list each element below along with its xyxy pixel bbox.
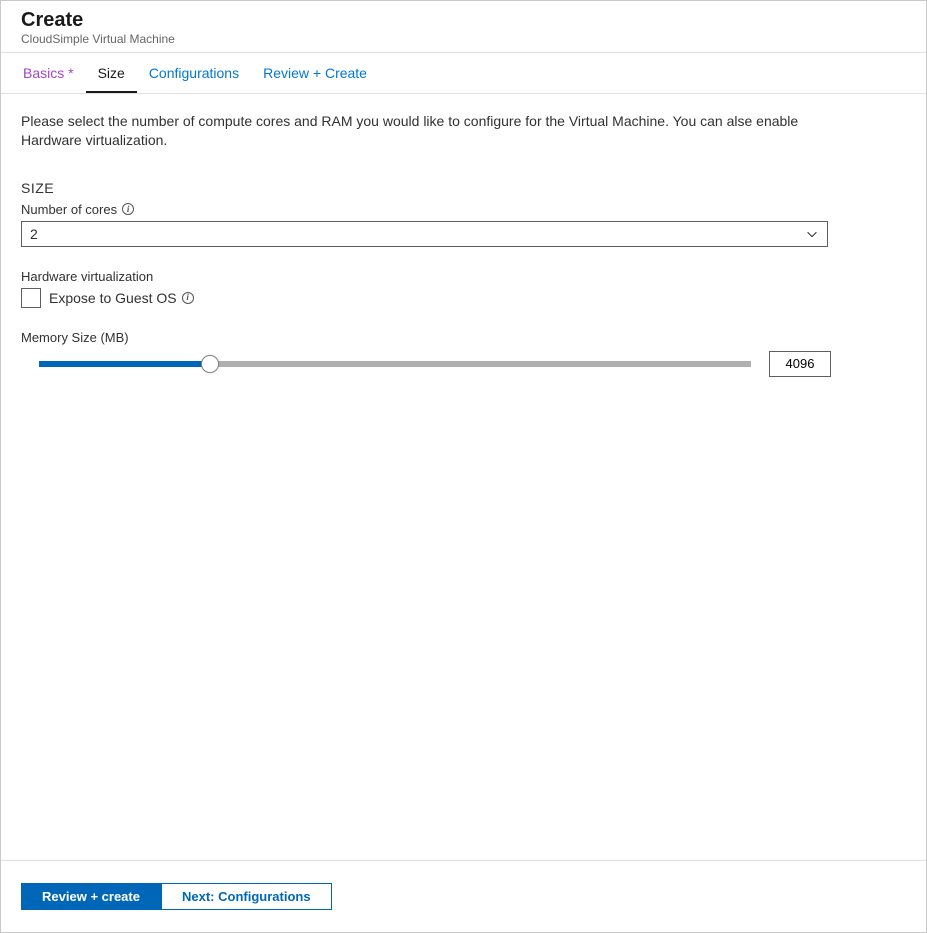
header: Create CloudSimple Virtual Machine bbox=[1, 1, 926, 53]
slider-track-fill bbox=[39, 361, 210, 367]
description-text: Please select the number of compute core… bbox=[21, 112, 811, 150]
memory-value-input[interactable] bbox=[769, 351, 831, 377]
review-create-button[interactable]: Review + create bbox=[21, 883, 161, 910]
memory-block: Memory Size (MB) bbox=[21, 330, 906, 377]
hardware-virtualization-label: Hardware virtualization bbox=[21, 269, 906, 284]
cores-label-text: Number of cores bbox=[21, 202, 117, 217]
page-title: Create bbox=[21, 9, 906, 32]
tab-basics[interactable]: Basics * bbox=[11, 53, 86, 93]
tab-review-create[interactable]: Review + Create bbox=[251, 53, 379, 93]
memory-row bbox=[21, 351, 906, 377]
hardware-virtualization-block: Hardware virtualization Expose to Guest … bbox=[21, 269, 906, 308]
expose-guest-checkbox[interactable] bbox=[21, 288, 41, 308]
tab-bar: Basics * Size Configurations Review + Cr… bbox=[1, 53, 926, 94]
tab-size[interactable]: Size bbox=[86, 53, 137, 93]
content-area: Please select the number of compute core… bbox=[1, 94, 926, 860]
chevron-down-icon bbox=[805, 227, 819, 241]
next-configurations-button[interactable]: Next: Configurations bbox=[161, 883, 332, 910]
section-title-size: SIZE bbox=[21, 180, 906, 196]
expose-guest-label-text: Expose to Guest OS bbox=[49, 290, 177, 306]
tab-configurations[interactable]: Configurations bbox=[137, 53, 251, 93]
expose-guest-label: Expose to Guest OS i bbox=[49, 290, 194, 306]
memory-slider[interactable] bbox=[39, 355, 751, 373]
cores-label: Number of cores i bbox=[21, 202, 906, 217]
footer: Review + create Next: Configurations bbox=[1, 860, 926, 932]
slider-thumb[interactable] bbox=[201, 355, 219, 373]
info-icon[interactable]: i bbox=[122, 203, 134, 215]
cores-dropdown[interactable]: 2 bbox=[21, 221, 828, 247]
info-icon[interactable]: i bbox=[182, 292, 194, 304]
expose-guest-row: Expose to Guest OS i bbox=[21, 288, 906, 308]
page-subtitle: CloudSimple Virtual Machine bbox=[21, 32, 906, 46]
create-vm-panel: Create CloudSimple Virtual Machine Basic… bbox=[0, 0, 927, 933]
memory-label: Memory Size (MB) bbox=[21, 330, 906, 345]
cores-dropdown-value: 2 bbox=[30, 226, 38, 242]
